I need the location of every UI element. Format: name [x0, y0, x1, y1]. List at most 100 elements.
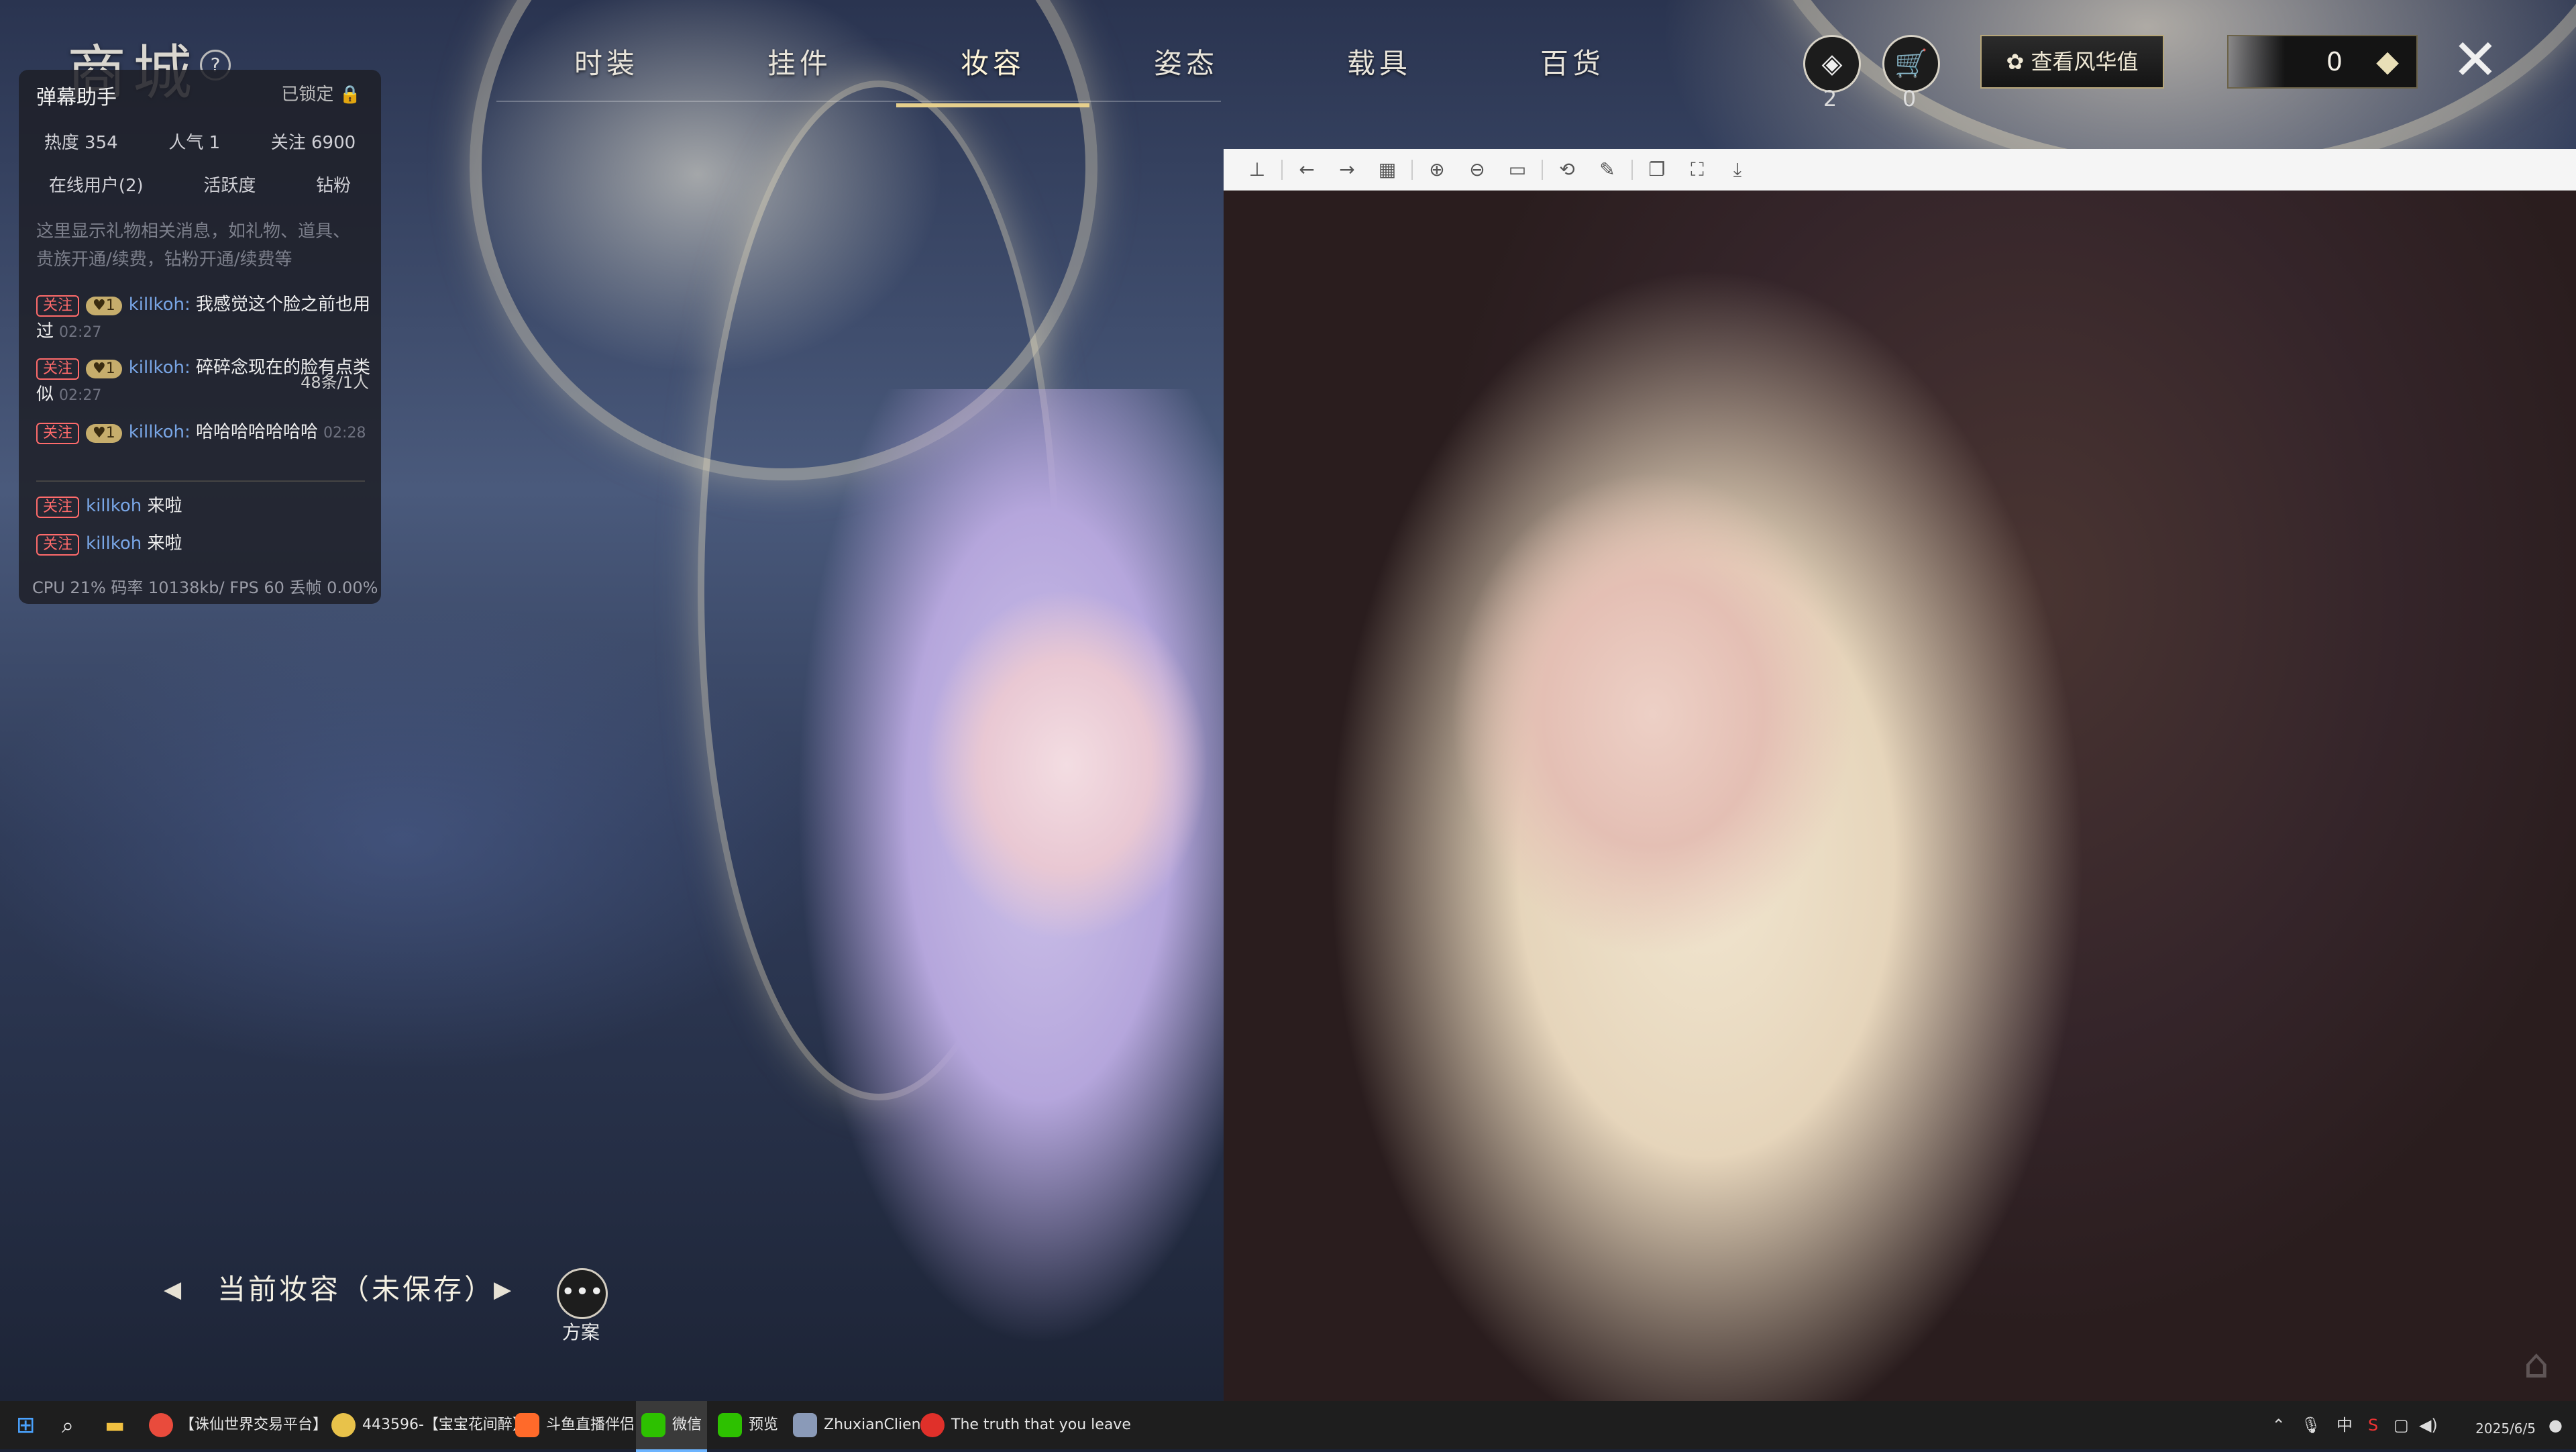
zoom-out-icon[interactable]: ⊖ — [1457, 158, 1497, 180]
currency-display: 0 ◆ — [2227, 35, 2418, 89]
prev-arrow-icon[interactable]: ◀ — [164, 1264, 184, 1315]
gift-box-button[interactable]: ◈ — [1803, 35, 1861, 93]
danmu-stats-row: 热度 354 人气 1 关注 6900 — [19, 129, 381, 154]
start-icon[interactable]: ⊞ — [16, 1401, 36, 1449]
fit-icon[interactable]: ▭ — [1497, 158, 1538, 180]
clock[interactable]: 2025/6/5 — [2475, 1406, 2536, 1437]
preview-icon — [718, 1413, 742, 1437]
current-makeup-label: 当前妆容（未保存） — [217, 1273, 496, 1306]
tab-pose[interactable]: 姿态 — [1089, 34, 1283, 107]
scheme-button[interactable]: ••• — [557, 1268, 608, 1319]
chat-time: 02:27 — [59, 324, 102, 341]
copy-icon[interactable]: ❐ — [1637, 158, 1677, 180]
gift-count: 2 — [1823, 86, 1837, 111]
tab-accessory[interactable]: 挂件 — [703, 34, 896, 107]
image-viewer-window: ⊥ ← → ▦ ⊕ ⊖ ▭ ⟲ ✎ ❐ ⛶ ⤓ ⌂ — [1224, 149, 2576, 1401]
popularity-stat: 人气 1 — [168, 133, 221, 153]
enter-text: 来啦 — [147, 496, 182, 516]
enter-message: 关注 killkoh 来啦 — [36, 492, 372, 519]
taskbar-item-zhuxian[interactable]: ZhuxianClient — [793, 1401, 926, 1449]
back-icon[interactable]: ← — [1287, 158, 1327, 180]
file-explorer-icon[interactable]: ▬ — [105, 1401, 125, 1449]
sogou-icon[interactable]: S — [2368, 1416, 2378, 1435]
save-icon[interactable]: ⤓ — [1717, 158, 1758, 181]
lock-toggle[interactable]: 已锁定 🔒 — [281, 81, 361, 105]
chat-time: 02:27 — [59, 387, 102, 404]
tab-makeup[interactable]: 妆容 — [896, 34, 1089, 107]
pin-icon[interactable]: ⊥ — [1237, 158, 1277, 180]
view-elegance-button[interactable]: ✿ 查看风华值 — [1980, 35, 2164, 89]
tab-online-users[interactable]: 在线用户(2) — [49, 172, 144, 197]
chat-message: 关注 ♥1 killkoh: 我感觉这个脸之前也用过 02:27 — [36, 291, 372, 346]
notification-icon[interactable]: ● — [2548, 1416, 2563, 1435]
mic-icon[interactable]: 🎙 — [2301, 1416, 2321, 1435]
next-arrow-icon[interactable]: ▶ — [494, 1264, 514, 1315]
danmu-title: 弹幕助手 — [36, 86, 117, 109]
recharge-icon[interactable]: ◆ — [2376, 36, 2399, 87]
zoom-in-icon[interactable]: ⊕ — [1417, 158, 1457, 180]
edit-icon[interactable]: ✎ — [1587, 158, 1627, 180]
ime-indicator[interactable]: 中 — [2337, 1416, 2353, 1435]
level-badge: ♥1 — [86, 424, 122, 443]
more-icon: ••• — [561, 1278, 604, 1306]
taskbar-item-douyu[interactable]: 斗鱼直播伴侣 — [515, 1401, 635, 1449]
tab-general[interactable]: 百货 — [1476, 34, 1669, 107]
enter-user[interactable]: killkoh — [86, 533, 142, 554]
chat-text: 哈哈哈哈哈哈哈 — [196, 422, 319, 442]
taskbar-item-preview[interactable]: 预览 — [718, 1401, 778, 1449]
clock-date: 2025/6/5 — [2475, 1420, 2536, 1437]
grid-icon[interactable]: ▦ — [1367, 158, 1407, 180]
close-icon: ✕ — [2451, 27, 2500, 93]
viewer-toolbar: ⊥ ← → ▦ ⊕ ⊖ ▭ ⟲ ✎ ❐ ⛶ ⤓ — [1224, 149, 2576, 191]
forward-icon[interactable]: → — [1327, 158, 1367, 180]
stream-stats: CPU 21% 码率 10138kb/ FPS 60 丢帧 0.00% — [32, 578, 378, 597]
tab-activity[interactable]: 活跃度 — [203, 172, 256, 197]
follow-tag: 关注 — [36, 534, 80, 556]
toolbar-separator — [1631, 159, 1633, 180]
view-elegance-label: 查看风华值 — [2031, 49, 2139, 74]
danmu-panel: 弹幕助手 已锁定 🔒 热度 354 人气 1 关注 6900 在线用户(2) 活… — [19, 70, 381, 604]
currency-value: 0 — [2326, 47, 2343, 76]
character-portrait — [751, 389, 1234, 1402]
follow-tag: 关注 — [36, 497, 80, 518]
lock-icon: 🔒 — [339, 85, 361, 105]
scheme-label: 方案 — [561, 1321, 600, 1343]
chat-user[interactable]: killkoh: — [129, 422, 191, 442]
douyu-icon — [515, 1413, 539, 1437]
enter-text: 来啦 — [147, 533, 182, 554]
wechat-icon — [641, 1413, 665, 1437]
fullscreen-icon[interactable]: ⛶ — [1677, 158, 1717, 181]
chat-user[interactable]: killkoh: — [129, 358, 191, 378]
chrome-icon — [149, 1413, 173, 1437]
tab-vehicle[interactable]: 载具 — [1283, 34, 1476, 107]
reference-image: ⌂ — [1224, 191, 2576, 1401]
level-badge: ♥1 — [86, 297, 122, 315]
chat-message: 关注 ♥1 killkoh: 碎碎念现在的脸有点类似 02:27 — [36, 354, 372, 409]
taskbar-item-qq[interactable]: 443596-【宝宝花间醉】 — [331, 1401, 527, 1449]
category-tabs: 时装 挂件 妆容 姿态 载具 百货 — [510, 34, 1669, 107]
tray-expand-icon[interactable]: ⌃ — [2272, 1416, 2286, 1435]
search-icon[interactable]: ⌕ — [62, 1401, 74, 1449]
taskbar-item-wechat[interactable]: 微信 — [636, 1401, 708, 1452]
follow-tag: 关注 — [36, 295, 80, 317]
tab-diamond-fans[interactable]: 钻粉 — [316, 172, 351, 197]
gift-notice: 这里显示礼物相关消息，如礼物、道具、贵族开通/续费，钻粉开通/续费等 — [36, 221, 351, 270]
rotate-icon[interactable]: ⟲ — [1547, 158, 1587, 180]
close-button[interactable]: ✕ — [2449, 30, 2502, 90]
taskbar-item-browser[interactable]: 【诛仙世界交易平台】 — [149, 1401, 327, 1449]
tab-fashion[interactable]: 时装 — [510, 34, 703, 107]
chat-user[interactable]: killkoh: — [129, 295, 191, 315]
danmu-tabs-row: 在线用户(2) 活跃度 钻粉 — [19, 172, 381, 197]
enter-user[interactable]: killkoh — [86, 496, 142, 516]
cart-icon: 🛒 — [1894, 48, 1928, 79]
makeup-selector: ◀ 当前妆容（未保存） ▶ — [164, 1264, 526, 1315]
taskbar-item-music[interactable]: The truth that you leave — [920, 1401, 1131, 1449]
network-icon[interactable]: ▢ — [2394, 1416, 2409, 1435]
cart-button[interactable]: 🛒 — [1882, 35, 1940, 93]
volume-icon[interactable]: ◀) — [2419, 1416, 2438, 1435]
elegance-icon: ✿ — [2006, 49, 2031, 74]
watermark-logo: ⌂ — [2523, 1341, 2549, 1388]
toolbar-separator — [1281, 159, 1283, 180]
taskbar: ⊞ ⌕ ▬ 【诛仙世界交易平台】 443596-【宝宝花间醉】 斗鱼直播伴侣 微… — [0, 1401, 2576, 1452]
danmu-divider — [36, 480, 365, 482]
